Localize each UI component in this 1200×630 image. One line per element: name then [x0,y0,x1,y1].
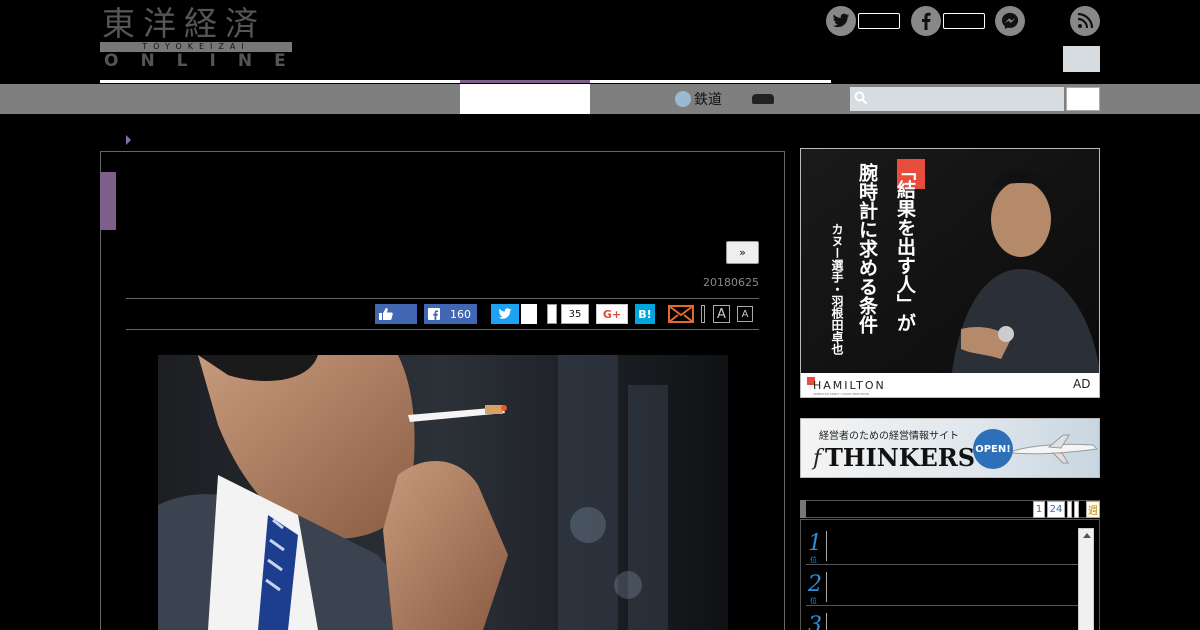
ranking-item[interactable]: 2 位 [806,568,1078,606]
breadcrumb-arrow-icon [126,135,131,145]
messenger-icon [995,6,1025,36]
rss-link[interactable] [1070,6,1100,36]
hamilton-person: カヌー選手・羽根田卓也 [830,223,844,355]
hamilton-ad-visual [801,149,1099,397]
ranking-number: 2 [808,572,822,597]
search-icon [854,91,868,105]
train-icon [675,91,691,107]
ad-label: AD [1073,377,1091,391]
thinkers-open-badge: OPEN! [973,429,1013,469]
facebook-icon [428,308,440,320]
thinkers-brand-prefix: f [813,446,822,471]
facebook-icon [911,6,941,36]
nav-item-car[interactable] [752,84,774,114]
hamilton-brand-sub: AMERICAN SPIRIT / SWISS PRECISION [813,392,869,396]
share-bottom-rule [126,329,759,330]
ranking-scrollbar[interactable] [1078,528,1094,630]
logo-online: ONLINE [104,51,308,71]
scroll-up-icon[interactable] [1083,533,1091,538]
site-logo[interactable]: 東洋経済 TOYOKEIZAI ONLINE [100,6,292,70]
article-date: 20180625 [703,276,759,289]
ranking-number: 1 [808,531,822,556]
thinkers-brand: THINKERS [825,443,976,472]
nav-item-active[interactable] [460,84,590,114]
font-large-button[interactable]: A [713,305,730,323]
jet-icon [1012,434,1099,464]
facebook-share-count: 160 [450,307,471,321]
twitter-icon [826,6,856,36]
facebook-follow[interactable] [911,6,985,36]
hatena-bookmark-count: 35 [561,304,589,324]
hamilton-brand: HAMILTON [813,379,886,392]
ranking-divider [826,531,827,561]
login-button[interactable] [1063,46,1100,72]
next-page-button[interactable]: » [726,241,759,264]
ranking-tab-week[interactable]: 週 [1086,501,1100,518]
font-size-divider [701,305,705,323]
ranking-tab-blank-1[interactable] [1067,501,1072,518]
ranking-tab-1h[interactable]: 1 [1033,501,1045,518]
twitter-icon [498,308,512,319]
mail-icon[interactable] [668,305,694,323]
ranking-header-accent [800,500,806,518]
share-top-rule [126,298,759,299]
thumbs-up-icon [379,308,393,320]
search-button[interactable] [1066,87,1100,111]
nav-item-label: 鉄道 [694,92,722,108]
hamilton-ad[interactable]: 「結果を出す人」が 腕時計に求める条件 カヌー選手・羽根田卓也 HAMILTON… [800,148,1100,398]
google-plus-button[interactable]: G+ [596,304,628,324]
ranking-divider [826,572,827,602]
hamilton-headline-1: 「結果を出す人」が [894,161,916,332]
pocket-button[interactable] [547,304,557,324]
rss-icon [1070,6,1100,36]
nav-active-rule [460,80,590,83]
ranking-tab-blank-2[interactable] [1074,501,1079,518]
ranking-item[interactable]: 3 [806,609,1078,630]
twitter-share-button[interactable] [491,304,519,324]
ranking-number: 3 [808,613,822,630]
ranking-unit: 位 [810,597,817,605]
hamilton-headline-2: 腕時計に求める条件 [856,163,878,334]
ranking-unit: 位 [810,556,817,564]
ranking-divider [826,613,827,630]
nav-item-railway[interactable]: 鉄道 [675,84,722,114]
twitter-count-pill [858,13,900,29]
messenger-share[interactable] [995,6,1025,36]
twitter-share-count [521,304,537,324]
facebook-count-pill [943,13,985,29]
facebook-share-button[interactable]: 160 [424,304,477,324]
car-icon [752,94,774,104]
ranking-tab-24h[interactable]: 24 [1047,501,1065,518]
search-input[interactable] [850,87,1064,111]
title-accent-bar [100,172,116,230]
article-photo [158,355,728,630]
thinkers-tagline: 経営者のための経営情報サイト [819,431,959,442]
ranking-item[interactable]: 1 位 [806,527,1078,565]
logo-kanji: 東洋経済 [102,4,266,43]
hatena-bookmark-button[interactable]: B! [635,304,655,324]
font-small-button[interactable]: A [737,306,753,322]
facebook-like-button[interactable] [375,304,417,324]
twitter-follow[interactable] [826,6,900,36]
thinkers-ad[interactable]: 経営者のための経営情報サイト f THINKERS OPEN! [800,418,1100,478]
